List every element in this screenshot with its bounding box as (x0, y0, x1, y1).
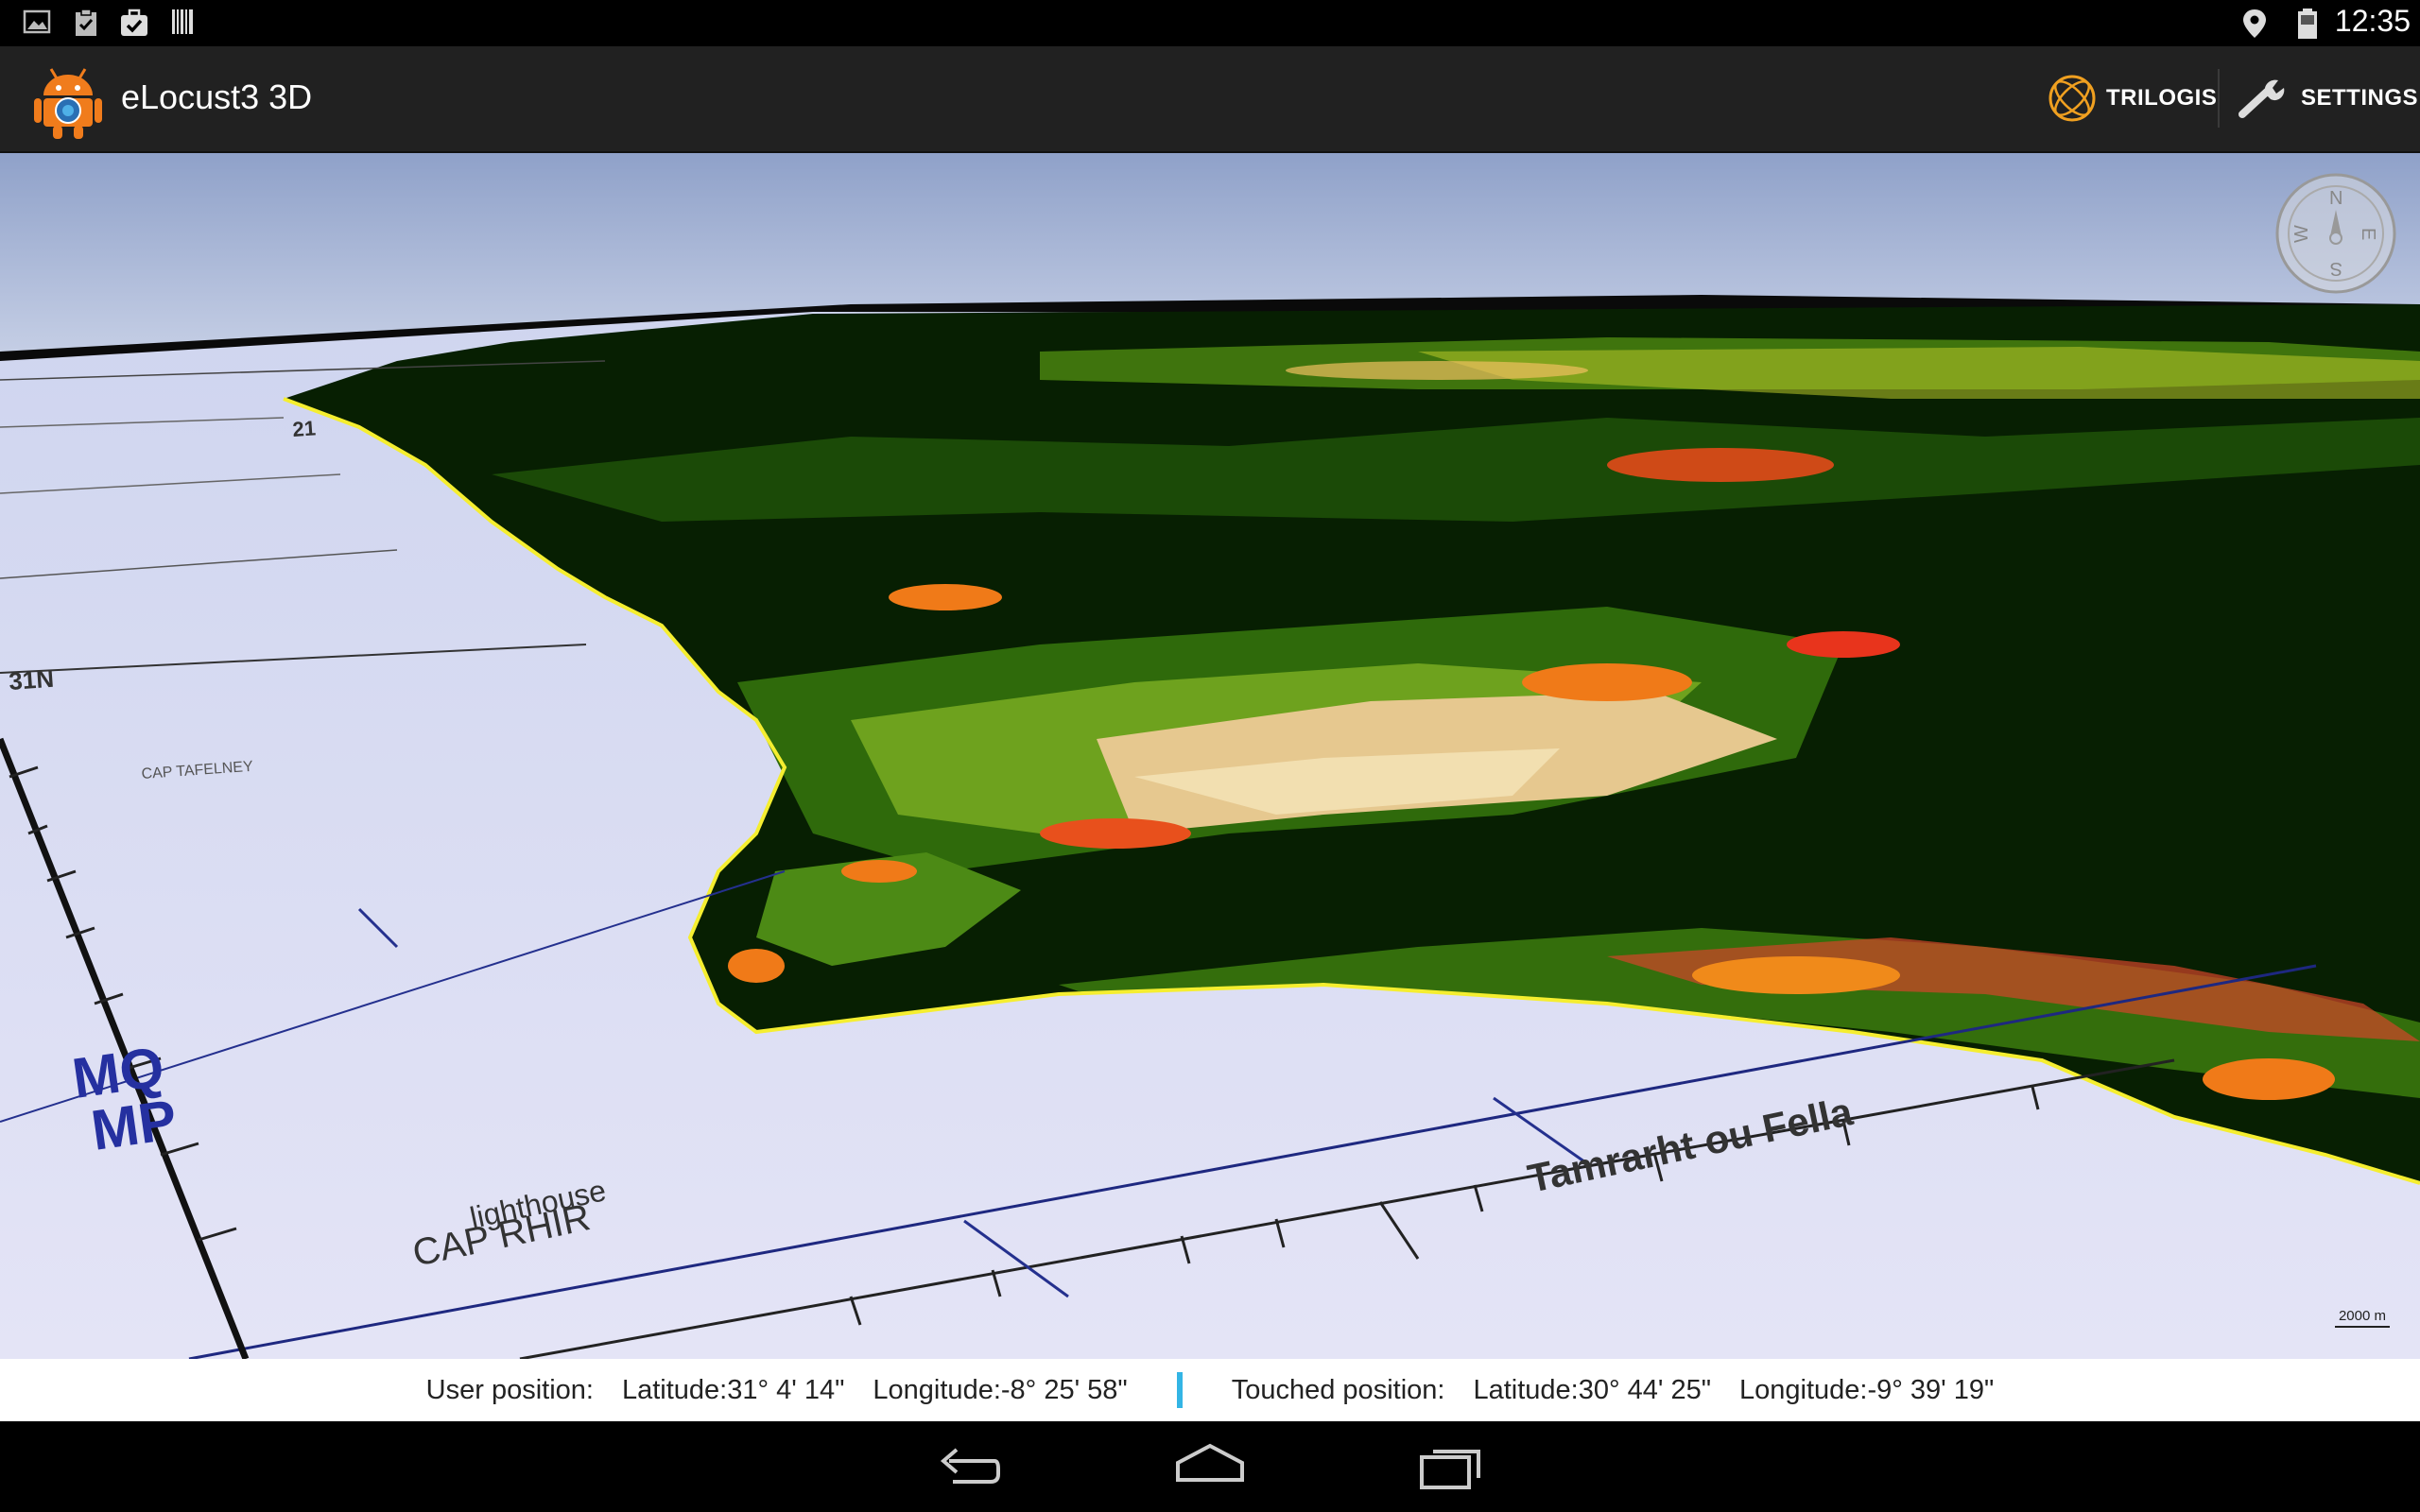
location-icon (2243, 9, 2266, 38)
trilogis-globe-icon (2048, 75, 2096, 122)
touched-position-label: Touched position: (1231, 1374, 1445, 1405)
status-bar: 12:35 (0, 0, 2420, 46)
compass-s: S (2330, 258, 2342, 279)
settings-button[interactable]: SETTINGS (2238, 69, 2418, 128)
map-3d-view[interactable]: 21 CAP TAFELNEY 31N MQ MP lighthouse CAP… (0, 153, 2420, 1359)
user-position-label: User position: (425, 1374, 594, 1405)
battery-icon (2298, 9, 2317, 39)
trilogis-button[interactable]: TRILOGIS (2048, 69, 2217, 128)
compass-w: W (2291, 225, 2312, 243)
label-21: 21 (292, 416, 317, 441)
status-time: 12:35 (2334, 4, 2411, 38)
app-android-icon[interactable] (34, 63, 102, 139)
label-31n: 31N (8, 664, 55, 696)
position-info-bar: User position: Latitude:31° 4' 14" Longi… (0, 1359, 2420, 1421)
clipboard-check-icon (76, 9, 96, 36)
compass-icon[interactable]: N E S W (2274, 172, 2397, 295)
barcode-icon (172, 9, 193, 34)
label-mp: MP (87, 1088, 180, 1162)
user-latitude: Latitude:31° 4' 14" (621, 1374, 845, 1405)
wrench-icon (2238, 79, 2285, 118)
compass-n: N (2329, 188, 2342, 209)
home-icon[interactable] (1174, 1442, 1246, 1491)
briefcase-check-icon (121, 9, 147, 36)
action-divider (2218, 69, 2220, 128)
recent-apps-icon[interactable] (1418, 1442, 1484, 1491)
terrain-render[interactable]: 21 CAP TAFELNEY 31N MQ MP lighthouse CAP… (0, 153, 2420, 1359)
scale-bar: 2000 m (2334, 1308, 2390, 1328)
touched-latitude: Latitude:30° 44' 25" (1473, 1374, 1712, 1405)
compass-e: E (2358, 228, 2378, 240)
trilogis-label: TRILOGIS (2106, 85, 2218, 111)
gallery-icon (23, 9, 51, 34)
back-icon[interactable] (936, 1442, 1002, 1491)
user-longitude: Longitude:-8° 25' 58" (873, 1374, 1128, 1405)
app-title: eLocust3 3D (121, 77, 313, 116)
navigation-bar (0, 1421, 2420, 1512)
info-separator (1176, 1372, 1183, 1408)
action-bar: eLocust3 3D TRILOGIS SETTINGS (0, 46, 2420, 153)
settings-label: SETTINGS (2301, 85, 2419, 111)
touched-longitude: Longitude:-9° 39' 19" (1739, 1374, 1995, 1405)
